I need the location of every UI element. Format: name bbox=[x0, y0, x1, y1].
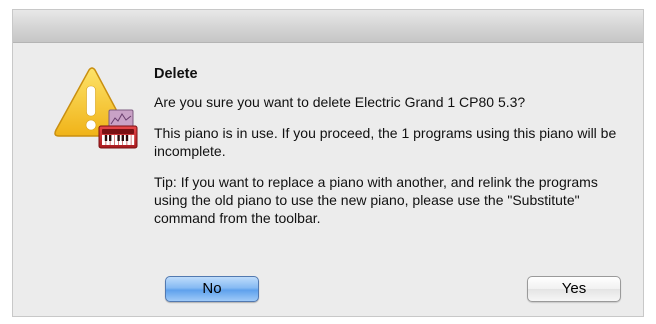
dialog-heading: Delete bbox=[154, 66, 198, 82]
dialog-title-bar[interactable] bbox=[13, 10, 643, 43]
substitute-tip: Tip: If you want to replace a piano with… bbox=[154, 174, 598, 226]
in-use-warning: This piano is in use. If you proceed, th… bbox=[154, 125, 617, 159]
no-button[interactable]: No bbox=[165, 276, 259, 302]
yes-button[interactable]: Yes bbox=[527, 276, 621, 302]
delete-dialog: Delete Are you sure you want to delete E… bbox=[12, 9, 644, 317]
delete-question: Are you sure you want to delete Electric… bbox=[154, 94, 526, 110]
dialog-message: Delete Are you sure you want to delete E… bbox=[154, 65, 624, 240]
warning-icon bbox=[51, 66, 143, 156]
